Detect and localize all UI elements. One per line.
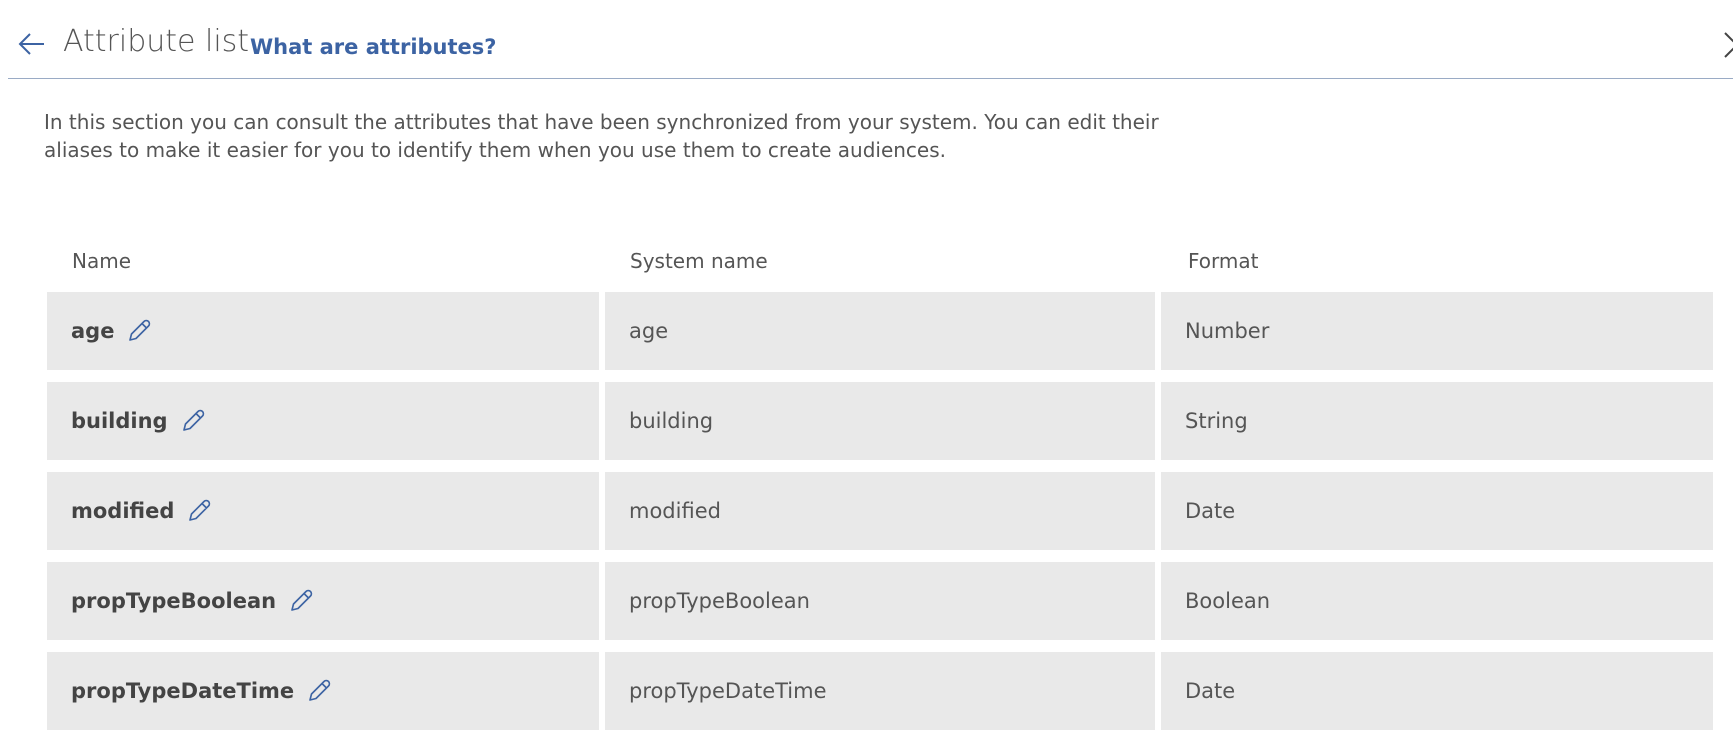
edit-alias-button[interactable] bbox=[185, 497, 213, 525]
pencil-icon bbox=[189, 499, 211, 521]
table-row: age age Number bbox=[47, 292, 1733, 370]
pencil-icon bbox=[129, 319, 151, 341]
table-row: propTypeBoolean propTypeBoolean Boolean bbox=[47, 562, 1733, 640]
pencil-icon bbox=[182, 409, 204, 431]
system-name-cell: propTypeBoolean bbox=[605, 562, 1155, 640]
header-divider bbox=[8, 78, 1733, 79]
attribute-name: modified bbox=[71, 499, 175, 523]
attribute-name: age bbox=[71, 319, 115, 343]
system-name-cell: building bbox=[605, 382, 1155, 460]
what-are-attributes-link[interactable]: What are attributes? bbox=[250, 33, 496, 61]
system-name-cell: propTypeDateTime bbox=[605, 652, 1155, 730]
page-title: Attribute list bbox=[63, 24, 250, 59]
edit-alias-button[interactable] bbox=[305, 677, 333, 705]
format-cell: Number bbox=[1161, 292, 1713, 370]
column-header-name[interactable]: Name bbox=[72, 248, 131, 274]
format-cell: Date bbox=[1161, 652, 1713, 730]
name-cell: building bbox=[47, 382, 599, 460]
table-row: propTypeDateTime propTypeDateTime Date bbox=[47, 652, 1733, 730]
name-cell: modified bbox=[47, 472, 599, 550]
back-button[interactable] bbox=[17, 29, 47, 59]
header: Attribute list What are attributes? bbox=[0, 0, 1733, 80]
format-cell: Boolean bbox=[1161, 562, 1713, 640]
table-row: modified modified Date bbox=[47, 472, 1733, 550]
system-name-cell: age bbox=[605, 292, 1155, 370]
attribute-table: age age Number building building String … bbox=[47, 292, 1733, 742]
format-cell: Date bbox=[1161, 472, 1713, 550]
attribute-name: building bbox=[71, 409, 168, 433]
attribute-name: propTypeDateTime bbox=[71, 679, 295, 703]
pencil-icon bbox=[291, 589, 313, 611]
pencil-icon bbox=[309, 679, 331, 701]
name-cell: age bbox=[47, 292, 599, 370]
table-row: building building String bbox=[47, 382, 1733, 460]
name-cell: propTypeDateTime bbox=[47, 652, 599, 730]
system-name-cell: modified bbox=[605, 472, 1155, 550]
name-cell: propTypeBoolean bbox=[47, 562, 599, 640]
format-cell: String bbox=[1161, 382, 1713, 460]
close-button[interactable] bbox=[1722, 30, 1733, 60]
column-header-system-name[interactable]: System name bbox=[630, 248, 768, 274]
edit-alias-button[interactable] bbox=[287, 587, 315, 615]
close-icon bbox=[1724, 32, 1733, 58]
column-header-format[interactable]: Format bbox=[1188, 248, 1258, 274]
attribute-name: propTypeBoolean bbox=[71, 589, 277, 613]
arrow-left-icon bbox=[18, 33, 44, 55]
edit-alias-button[interactable] bbox=[125, 317, 153, 345]
intro-text: In this section you can consult the attr… bbox=[44, 110, 1159, 162]
edit-alias-button[interactable] bbox=[179, 407, 207, 435]
